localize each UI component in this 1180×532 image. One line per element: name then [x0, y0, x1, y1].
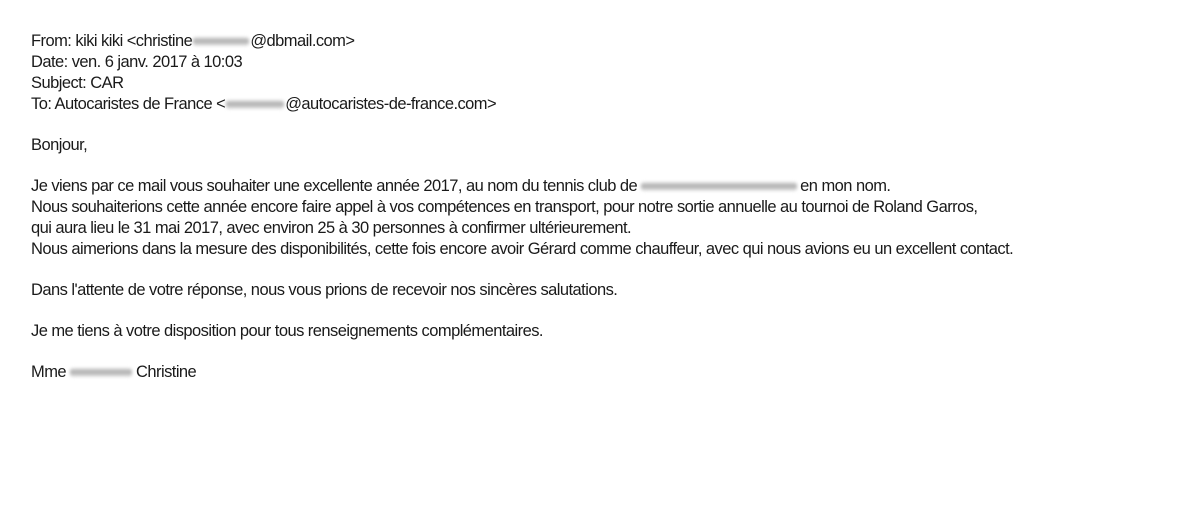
redacted-club-name: [641, 182, 798, 192]
paragraph-line-4: Nous aimerions dans la mesure des dispon…: [31, 240, 1014, 258]
redacted-recipient-user: [226, 100, 285, 110]
to-domain: @autocaristes-de-france.com>: [285, 95, 497, 113]
from-label: From:: [31, 32, 72, 50]
subject-label: Subject:: [31, 74, 87, 92]
signature: Mme Christine: [31, 362, 1161, 383]
to-line: To: Autocaristes de France < @autocariste…: [31, 94, 1161, 115]
date-value: ven. 6 janv. 2017 à 10:03: [71, 53, 243, 71]
to-name: Autocaristes de France <: [54, 95, 226, 113]
greeting: Bonjour,: [31, 136, 88, 154]
subject-value: CAR: [90, 74, 124, 92]
date-line: Date: ven. 6 janv. 2017 à 10:03: [31, 52, 1161, 73]
signature-title: Mme: [31, 363, 67, 381]
from-domain: @dbmail.com>: [250, 32, 355, 50]
paragraph-line-1: Je viens par ce mail vous souhaiter une …: [31, 176, 1161, 197]
from-line: From: kiki kiki <christine @dbmail.com>: [31, 31, 1161, 52]
to-label: To:: [31, 95, 52, 113]
date-label: Date:: [31, 53, 68, 71]
redacted-surname: [70, 368, 133, 378]
signature-name: Christine: [136, 363, 197, 381]
email-message: From: kiki kiki <christine @dbmail.com> D…: [31, 31, 1161, 383]
p1-line1-end: en mon nom.: [800, 177, 891, 195]
closing-availability: Je me tiens à votre disposition pour tou…: [31, 322, 544, 340]
redacted-email-user: [193, 37, 250, 47]
subject-line: Subject: CAR: [31, 73, 1161, 94]
p1-line1-start: Je viens par ce mail vous souhaiter une …: [31, 177, 638, 195]
paragraph-line-3: qui aura lieu le 31 mai 2017, avec envir…: [31, 219, 632, 237]
paragraph-line-2: Nous souhaiterions cette année encore fa…: [31, 198, 978, 216]
closing-salutation: Dans l'attente de votre réponse, nous vo…: [31, 281, 618, 299]
from-name: kiki kiki <christine: [75, 32, 193, 50]
